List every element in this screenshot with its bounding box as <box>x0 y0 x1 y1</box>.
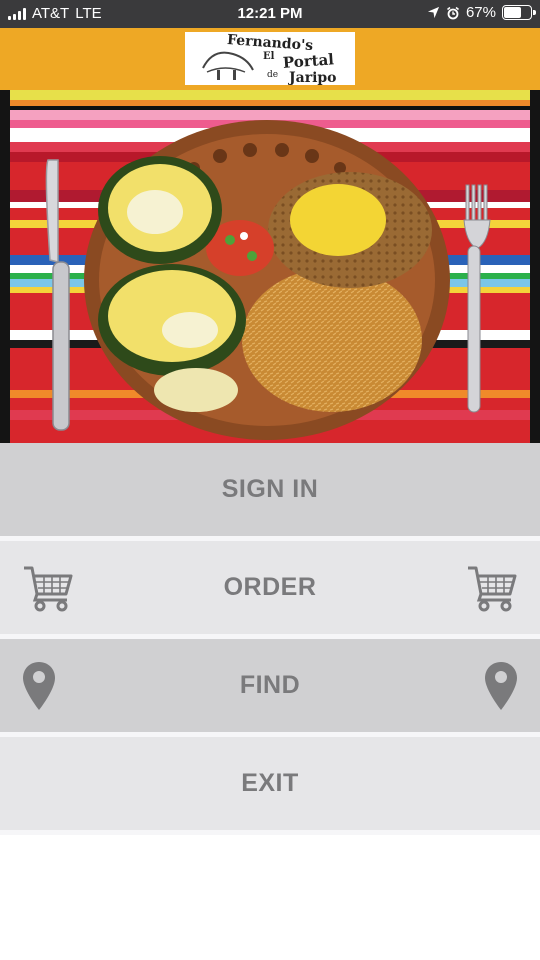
location-arrow-icon <box>427 6 440 19</box>
order-label: ORDER <box>223 573 317 601</box>
svg-text:Portal: Portal <box>282 50 335 72</box>
battery-percent: 67% <box>465 4 496 21</box>
exit-button[interactable]: EXIT <box>0 737 540 830</box>
svg-text:El: El <box>263 51 275 62</box>
find-button[interactable]: FIND <box>0 639 540 732</box>
sign-in-button[interactable]: SIGN IN <box>0 443 540 536</box>
shopping-cart-icon <box>468 566 517 611</box>
main-menu: SIGN IN ORDER FIND EXIT <box>0 443 540 835</box>
exit-label: EXIT <box>241 769 299 797</box>
menu-divider <box>0 830 540 835</box>
map-pin-icon <box>485 661 517 710</box>
order-button[interactable]: ORDER <box>0 541 540 634</box>
restaurant-logo: Fernando's El Portal de Jaripo <box>185 32 355 85</box>
svg-text:de: de <box>267 70 278 80</box>
svg-text:Jaripo: Jaripo <box>287 70 337 85</box>
shopping-cart-icon <box>24 566 73 611</box>
alarm-icon <box>446 6 459 19</box>
sign-in-label: SIGN IN <box>221 475 319 503</box>
map-pin-icon <box>23 661 55 710</box>
status-right: 67% <box>427 4 536 21</box>
battery-icon <box>502 5 536 20</box>
status-bar: AT&T LTE 12:21 PM 67% <box>0 0 540 28</box>
hero-food-image <box>0 90 540 443</box>
find-label: FIND <box>239 671 301 699</box>
